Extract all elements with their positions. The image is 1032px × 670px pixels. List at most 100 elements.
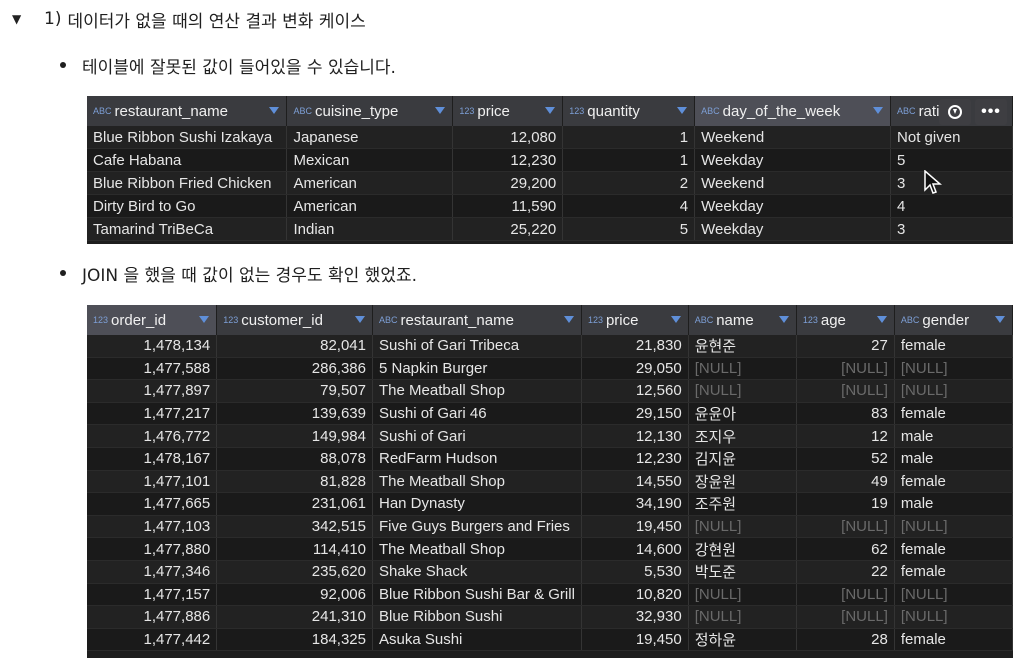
- table-cell[interactable]: Weekend: [694, 171, 892, 195]
- table-cell[interactable]: 52: [796, 447, 895, 471]
- table-cell[interactable]: 김지윤: [688, 447, 797, 471]
- column-header-quantity[interactable]: 123 quantity: [562, 96, 696, 126]
- table-cell[interactable]: 12,560: [581, 379, 689, 403]
- table-cell[interactable]: 윤윤아: [688, 402, 797, 426]
- table-cell[interactable]: 1,477,101: [87, 470, 218, 494]
- table-cell[interactable]: [NULL]: [796, 605, 895, 629]
- table-cell[interactable]: Japanese: [286, 126, 454, 149]
- column-header-customer-id[interactable]: 123 customer_id: [216, 305, 373, 335]
- table-cell[interactable]: 342,515: [216, 515, 373, 539]
- table-row[interactable]: Blue Ribbon Sushi Izakaya Japanese 12,080 1…: [87, 126, 1013, 149]
- table-cell[interactable]: 1,477,217: [87, 402, 218, 426]
- table-cell[interactable]: 29,150: [581, 402, 689, 426]
- table-cell[interactable]: 81,828: [216, 470, 373, 494]
- table-cell[interactable]: 19,450: [581, 628, 689, 652]
- table-row[interactable]: Dirty Bird to Go American 11,590 4 Weekday 4: [87, 194, 1013, 218]
- table-cell[interactable]: 4: [562, 194, 696, 218]
- table-cell[interactable]: 1,478,134: [87, 335, 218, 358]
- table-cell[interactable]: female: [894, 537, 1013, 561]
- table-cell[interactable]: 1,477,346: [87, 560, 218, 584]
- column-header-price[interactable]: 123 price: [581, 305, 689, 335]
- table-cell[interactable]: 12: [796, 424, 895, 448]
- table-cell[interactable]: American: [286, 194, 454, 218]
- table-cell[interactable]: 12,080: [452, 126, 564, 149]
- table-cell[interactable]: Cafe Habana: [87, 148, 288, 172]
- table-cell[interactable]: 88,078: [216, 447, 373, 471]
- table-cell[interactable]: 조주원: [688, 492, 797, 516]
- table-row[interactable]: 1,477,588 286,386 5 Napkin Burger 29,050 [NU…: [87, 357, 1013, 381]
- table-cell[interactable]: 12,130: [581, 424, 689, 448]
- table-cell[interactable]: [NULL]: [796, 583, 895, 607]
- column-header-day-of-the-week[interactable]: ABC day_of_the_week: [694, 96, 892, 126]
- table-cell[interactable]: 1: [562, 126, 696, 149]
- table-cell[interactable]: 28: [796, 628, 895, 652]
- sort-caret-icon[interactable]: [876, 316, 887, 323]
- sort-caret-icon[interactable]: [563, 316, 574, 323]
- table-cell[interactable]: 19: [796, 492, 895, 516]
- table-cell[interactable]: Indian: [286, 217, 454, 241]
- table-cell[interactable]: 29,050: [581, 357, 689, 381]
- column-header-cuisine-type[interactable]: ABC cuisine_type: [286, 96, 454, 126]
- table-cell[interactable]: female: [894, 560, 1013, 584]
- column-header-restaurant-name[interactable]: ABC restaurant_name: [372, 305, 582, 335]
- column-header-order-id[interactable]: 123 order_id: [87, 305, 218, 335]
- result-grid-2[interactable]: 123 order_id 123 customer_id ABC restaurant_n…: [87, 305, 1013, 658]
- table-cell[interactable]: male: [894, 424, 1013, 448]
- table-cell[interactable]: Tamarind TriBeCa: [87, 217, 288, 241]
- table-cell[interactable]: 241,310: [216, 605, 373, 629]
- table-cell[interactable]: 11,590: [452, 194, 564, 218]
- table-cell[interactable]: Weekday: [694, 217, 892, 241]
- table-cell[interactable]: 1,477,886: [87, 605, 218, 629]
- table-cell[interactable]: 22: [796, 560, 895, 584]
- table-cell[interactable]: 10,820: [581, 583, 689, 607]
- table-cell[interactable]: [NULL]: [796, 379, 895, 403]
- table-cell[interactable]: Sushi of Gari Tribeca: [372, 335, 582, 358]
- table-cell[interactable]: 조지우: [688, 424, 797, 448]
- table-cell[interactable]: 114,410: [216, 537, 373, 561]
- table-cell[interactable]: 62: [796, 537, 895, 561]
- table-cell[interactable]: [NULL]: [894, 379, 1013, 403]
- table-cell[interactable]: 1,477,665: [87, 492, 218, 516]
- table-cell[interactable]: Asuka Sushi: [372, 628, 582, 652]
- table-cell[interactable]: 1,477,157: [87, 583, 218, 607]
- table-cell[interactable]: 139,639: [216, 402, 373, 426]
- table-cell[interactable]: 14,600: [581, 537, 689, 561]
- table-cell[interactable]: Blue Ribbon Sushi: [372, 605, 582, 629]
- table-row[interactable]: 1,478,167 88,078 RedFarm Hudson 12,230 김지윤 52…: [87, 447, 1013, 471]
- table-cell[interactable]: 34,190: [581, 492, 689, 516]
- table-row[interactable]: 1,477,442 184,325 Asuka Sushi 19,450 정하윤 28 fe…: [87, 628, 1013, 652]
- table-cell[interactable]: Blue Ribbon Sushi Izakaya: [87, 126, 288, 149]
- sort-caret-icon[interactable]: [995, 316, 1005, 323]
- table-cell[interactable]: 2: [562, 171, 696, 195]
- table-cell[interactable]: 27: [796, 335, 895, 358]
- table-cell[interactable]: 49: [796, 470, 895, 494]
- table-row[interactable]: 1,477,157 92,006 Blue Ribbon Sushi Bar & G…: [87, 583, 1013, 607]
- sort-caret-icon[interactable]: [873, 107, 884, 114]
- table-cell[interactable]: 25,220: [452, 217, 564, 241]
- table-cell[interactable]: 박도준: [688, 560, 797, 584]
- column-header-age[interactable]: 123 age: [796, 305, 895, 335]
- table-cell[interactable]: 5 Napkin Burger: [372, 357, 582, 381]
- table-row[interactable]: 1,477,101 81,828 The Meatball Shop 14,550 장윤…: [87, 470, 1013, 494]
- table-cell[interactable]: Not given: [890, 126, 1013, 149]
- sort-caret-icon[interactable]: [269, 107, 280, 114]
- column-header-price[interactable]: 123 price: [452, 96, 564, 126]
- table-cell[interactable]: 3: [890, 171, 1013, 195]
- table-cell[interactable]: Weekday: [694, 194, 892, 218]
- table-cell[interactable]: [NULL]: [894, 583, 1013, 607]
- table-row[interactable]: 1,477,665 231,061 Han Dynasty 34,190 조주원 19 ma…: [87, 492, 1013, 516]
- table-cell[interactable]: RedFarm Hudson: [372, 447, 582, 471]
- table-row[interactable]: 1,477,897 79,507 The Meatball Shop 12,560 [N…: [87, 379, 1013, 403]
- table-row[interactable]: 1,476,772 149,984 Sushi of Gari 12,130 조지우 12…: [87, 424, 1013, 448]
- result-grid-1[interactable]: ABC restaurant_name ABC cuisine_type 123 pric…: [87, 96, 1013, 244]
- table-cell[interactable]: 5: [890, 148, 1013, 172]
- table-cell[interactable]: 12,230: [581, 447, 689, 471]
- table-cell[interactable]: [NULL]: [688, 379, 797, 403]
- table-cell[interactable]: [NULL]: [688, 515, 797, 539]
- table-cell[interactable]: 29,200: [452, 171, 564, 195]
- column-header-restaurant-name[interactable]: ABC restaurant_name: [87, 96, 288, 126]
- table-cell[interactable]: [NULL]: [688, 583, 797, 607]
- table-cell[interactable]: 1,477,588: [87, 357, 218, 381]
- toggle-heading[interactable]: ▼ 1) 데이터가 없을 때의 연산 결과 변화 케이스: [12, 6, 366, 32]
- table-cell[interactable]: 1,477,442: [87, 628, 218, 652]
